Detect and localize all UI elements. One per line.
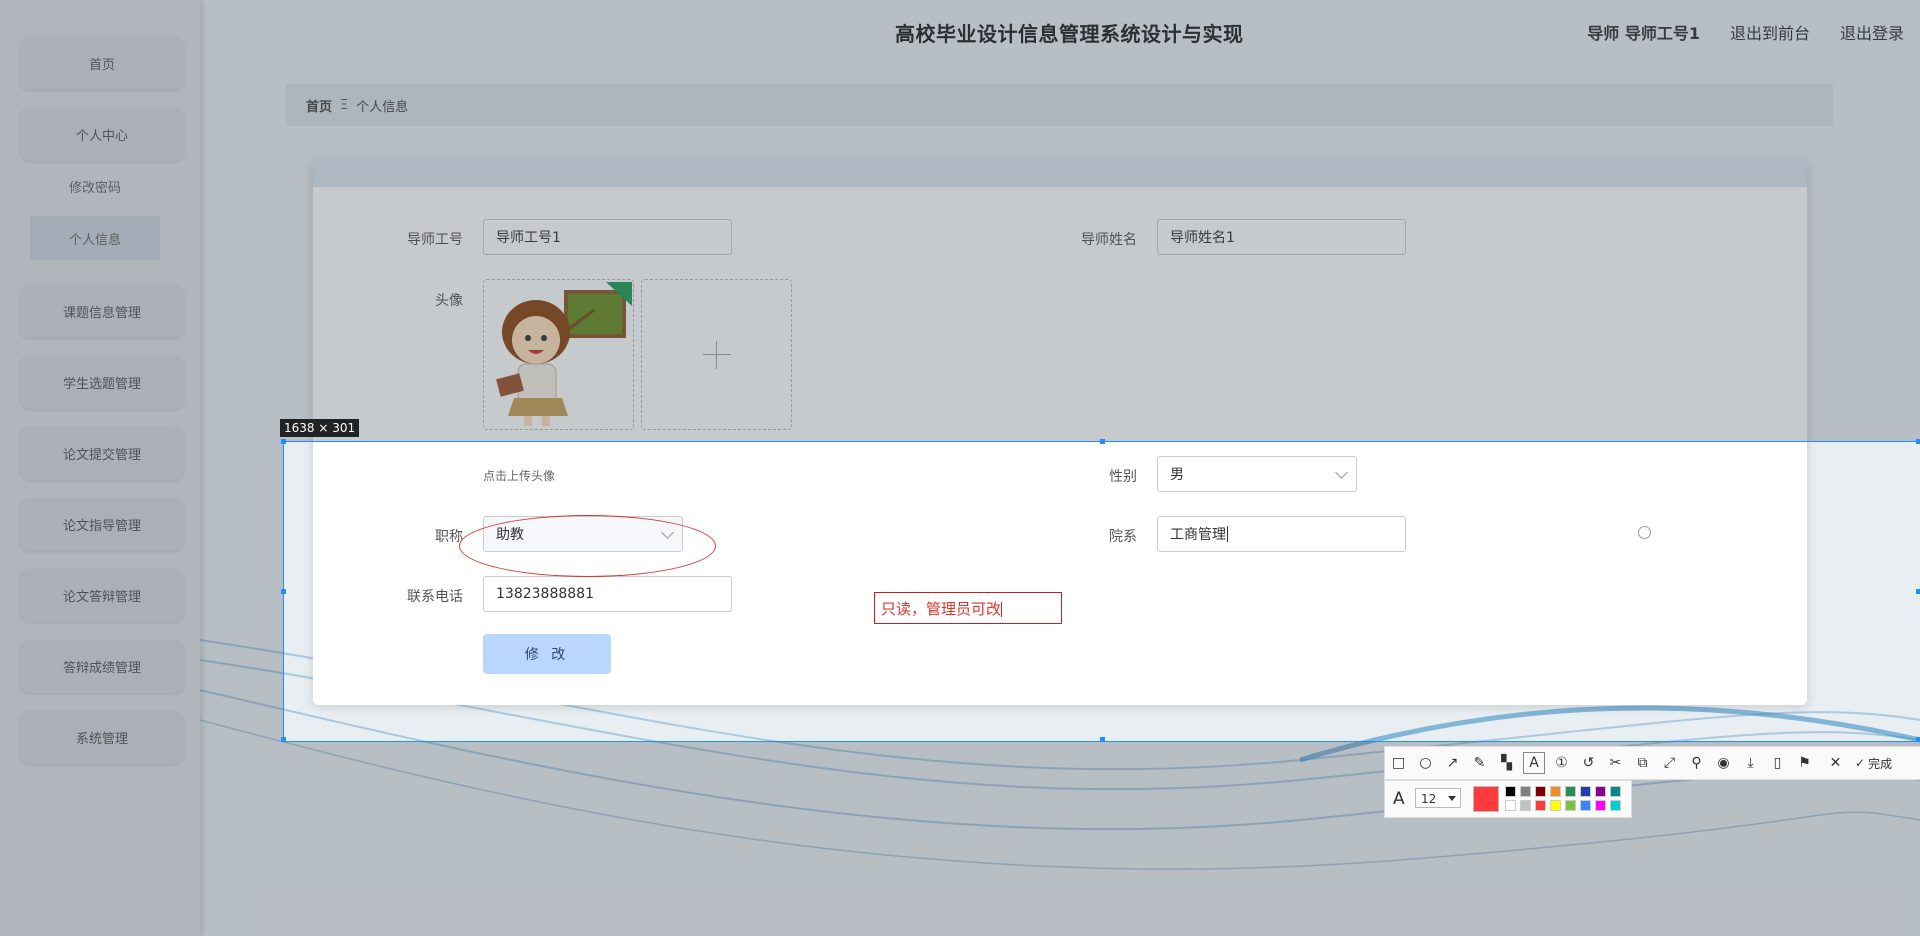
resize-handle[interactable] bbox=[281, 737, 286, 742]
department-field[interactable]: 工商管理 bbox=[1157, 516, 1406, 552]
color-swatch[interactable] bbox=[1505, 786, 1516, 797]
screenshot-dim-left bbox=[0, 441, 283, 741]
chevron-down-icon bbox=[1448, 796, 1456, 801]
annotation-textbox[interactable]: 只读，管理员可改 bbox=[874, 592, 1062, 624]
phone-field[interactable]: 13823888881 bbox=[483, 576, 732, 612]
color-swatch[interactable] bbox=[1550, 786, 1561, 797]
color-swatch[interactable] bbox=[1565, 800, 1576, 811]
phone-label: 联系电话 bbox=[407, 589, 463, 605]
translate-icon[interactable]: ⧉ bbox=[1629, 749, 1656, 777]
gender-select[interactable]: 男 bbox=[1157, 456, 1357, 492]
color-swatch[interactable] bbox=[1610, 786, 1621, 797]
color-swatch[interactable] bbox=[1520, 786, 1531, 797]
department-label: 院系 bbox=[1109, 529, 1137, 545]
color-swatch[interactable] bbox=[1535, 786, 1546, 797]
annotation-ellipse[interactable] bbox=[459, 515, 716, 577]
modify-button[interactable]: 修 改 bbox=[483, 634, 611, 674]
pin-icon[interactable]: ⚲ bbox=[1683, 749, 1710, 777]
record-icon[interactable]: ◉ bbox=[1710, 749, 1737, 777]
pen-tool-icon[interactable]: ✎ bbox=[1466, 749, 1493, 777]
color-swatch[interactable] bbox=[1610, 800, 1621, 811]
color-swatch[interactable] bbox=[1535, 800, 1546, 811]
rectangle-tool-icon[interactable]: □ bbox=[1385, 749, 1412, 777]
upload-avatar-hint: 点击上传头像 bbox=[483, 469, 556, 483]
long-screenshot-icon[interactable]: ⤢ bbox=[1656, 749, 1683, 777]
number-tool-icon[interactable]: ① bbox=[1548, 749, 1575, 777]
text-style-toolbar: A 12 bbox=[1384, 780, 1632, 818]
title-label: 职称 bbox=[435, 529, 463, 545]
gender-label: 性别 bbox=[1109, 469, 1137, 485]
check-icon: ✓ bbox=[1855, 756, 1866, 770]
text-tool-icon[interactable]: A bbox=[1523, 752, 1545, 774]
resize-handle[interactable] bbox=[281, 589, 286, 594]
undo-icon[interactable]: ↺ bbox=[1575, 749, 1602, 777]
done-button[interactable]: ✓ 完成 bbox=[1855, 755, 1892, 772]
bookmark-icon[interactable]: ⚑ bbox=[1791, 749, 1818, 777]
resize-handle[interactable] bbox=[1100, 737, 1105, 742]
color-swatch[interactable] bbox=[1520, 800, 1531, 811]
close-icon[interactable]: ✕ bbox=[1822, 749, 1849, 777]
color-swatch[interactable] bbox=[1565, 786, 1576, 797]
color-swatch[interactable] bbox=[1580, 786, 1591, 797]
arrow-tool-icon[interactable]: ↗ bbox=[1439, 749, 1466, 777]
current-color-swatch[interactable] bbox=[1473, 786, 1499, 812]
chevron-down-icon bbox=[1335, 466, 1348, 479]
screenshot-toolbar: □ ○ ↗ ✎ ▚ A ① ↺ ✂ ⧉ ⤢ ⚲ ◉ ⤓ ▯ ⚑ ✕ ✓ 完成 bbox=[1384, 746, 1920, 780]
ellipse-tool-icon[interactable]: ○ bbox=[1412, 749, 1439, 777]
resize-handle[interactable] bbox=[281, 439, 286, 444]
color-swatch[interactable] bbox=[1580, 800, 1591, 811]
scissors-icon[interactable]: ✂ bbox=[1602, 749, 1629, 777]
selection-size-label: 1638 × 301 bbox=[280, 419, 360, 437]
color-swatch[interactable] bbox=[1550, 800, 1561, 811]
screenshot-dim-top bbox=[0, 0, 1920, 441]
text-cursor bbox=[1227, 526, 1228, 542]
phone-icon[interactable]: ▯ bbox=[1764, 749, 1791, 777]
font-size-select[interactable]: 12 bbox=[1415, 788, 1461, 808]
download-icon[interactable]: ⤓ bbox=[1737, 749, 1764, 777]
mosaic-tool-icon[interactable]: ▚ bbox=[1493, 749, 1520, 777]
resize-handle[interactable] bbox=[1916, 589, 1920, 594]
resize-handle[interactable] bbox=[1916, 737, 1920, 742]
close-circle-icon[interactable] bbox=[1638, 526, 1651, 539]
resize-handle[interactable] bbox=[1916, 439, 1920, 444]
font-icon: A bbox=[1393, 789, 1405, 809]
color-swatch[interactable] bbox=[1595, 786, 1606, 797]
color-swatch[interactable] bbox=[1505, 800, 1516, 811]
color-swatch[interactable] bbox=[1595, 800, 1606, 811]
resize-handle[interactable] bbox=[1100, 439, 1105, 444]
